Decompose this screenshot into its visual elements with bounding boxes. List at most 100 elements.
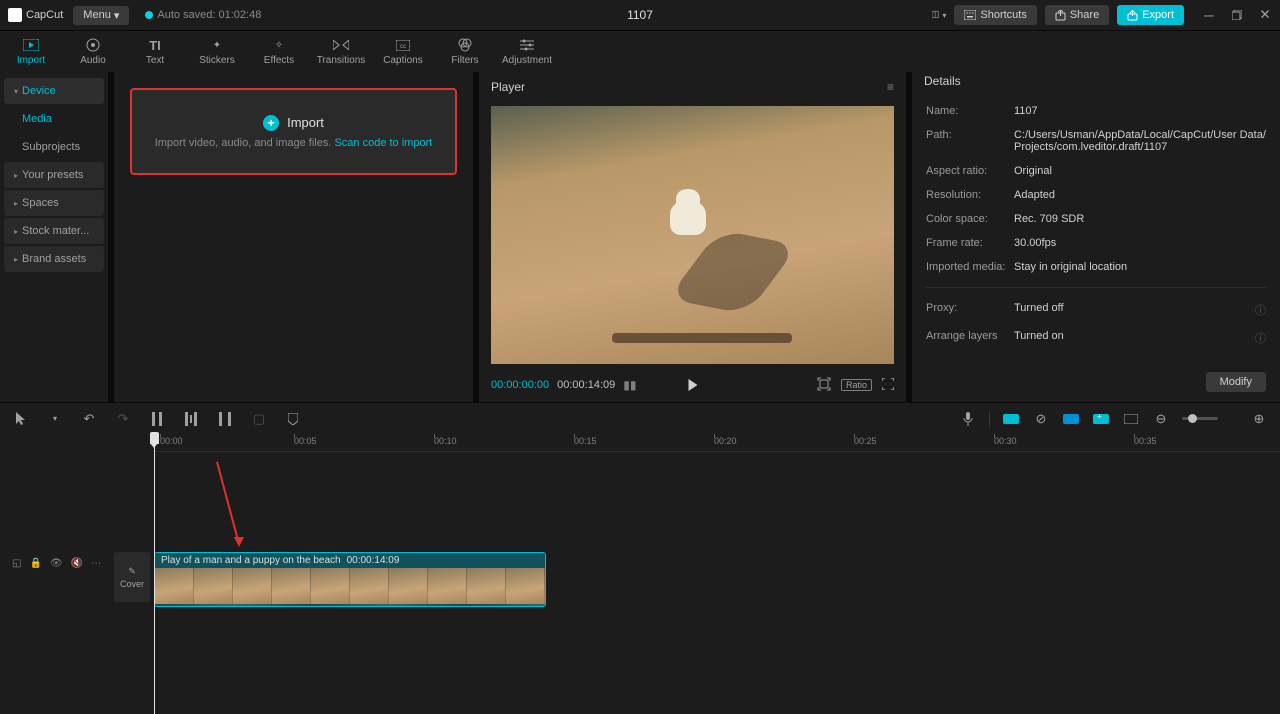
track1-button[interactable] [1062,410,1080,428]
ruler-tick: 00:20 [714,436,737,446]
fullscreen-icon[interactable] [882,378,894,393]
detail-im-label: Imported media: [926,261,1014,273]
ruler-tick: 00:05 [294,436,317,446]
zoom-out-button[interactable]: ⊖ [1152,410,1170,428]
clip-label: Play of a man and a puppy on the beach 0… [155,553,545,568]
ruler-tick: 00:35 [1134,436,1157,446]
time-total: 00:00:14:09 [557,379,615,391]
split-tool[interactable] [148,410,166,428]
more-icon[interactable]: ⋯ [91,558,101,569]
menu-button[interactable]: Menu ▾ [73,6,129,25]
audio-icon [85,37,101,53]
play-button[interactable] [688,379,697,391]
mute-icon[interactable]: 🔇 [71,558,83,569]
track-toggle-icon[interactable]: ◱ [12,558,21,569]
sidebar-item-device[interactable]: ▾Device [4,78,104,104]
lock-icon[interactable]: 🔒 [29,558,41,569]
video-subject-dog [660,183,716,243]
ratio-button[interactable]: Ratio [841,379,872,391]
pointer-dropdown[interactable]: ▾ [46,410,64,428]
undo-button[interactable]: ↶ [80,410,98,428]
detail-fr-value: 30.00fps [1014,237,1266,249]
zoom-slider[interactable] [1182,417,1218,420]
zoom-in-button[interactable]: ⊕ [1250,410,1268,428]
autosave-status: Auto saved: 01:02:48 [145,9,261,21]
snap-button[interactable] [1002,410,1020,428]
track-controls: ◱ 🔒 👁 🔇 ⋯ [0,552,110,575]
ruler-tick: 00:15 [574,436,597,446]
chevron-right-icon: ▸ [14,227,18,236]
info-icon[interactable]: ⓘ [1255,330,1266,346]
sidebar-item-spaces[interactable]: ▸Spaces [4,190,104,216]
scan-code-link[interactable]: Scan code to import [334,137,432,149]
mic-button[interactable] [959,410,977,428]
player-panel: Player ≡ 00:00:00:00 00:00:14:09 ▮▮ Rati… [479,72,906,402]
tab-transitions[interactable]: Transitions [310,31,372,72]
preview-button[interactable] [1122,410,1140,428]
sidebar-item-subprojects[interactable]: Subprojects [4,134,104,160]
export-button[interactable]: Export [1117,5,1184,25]
link-button[interactable]: ⊘ [1032,410,1050,428]
player-menu-icon[interactable]: ≡ [887,80,894,94]
time-current: 00:00:00:00 [491,379,549,391]
svg-text:cc: cc [400,44,406,50]
info-icon[interactable]: ⓘ [1255,302,1266,318]
marker-tool[interactable] [284,410,302,428]
playhead[interactable] [154,434,155,714]
minimize-button[interactable]: ─ [1202,8,1216,22]
clip-thumbnails [155,568,545,604]
pointer-tool[interactable] [12,410,30,428]
tab-adjustment[interactable]: Adjustment [496,31,558,72]
ruler-tick: 00:25 [854,436,877,446]
track2-button[interactable]: + [1092,410,1110,428]
chevron-right-icon: ▸ [14,199,18,208]
ribbon-tabs: Import Audio TI Text ✦ Stickers ✧ Effect… [0,30,1280,72]
maximize-button[interactable] [1230,8,1244,22]
detail-name-value: 1107 [1014,105,1266,117]
player-header: Player ≡ [479,72,906,102]
modify-button[interactable]: Modify [1206,372,1266,392]
sidebar-item-stock[interactable]: ▸Stock mater... [4,218,104,244]
playhead-handle[interactable] [150,432,159,444]
import-subtitle: Import video, audio, and image files. Sc… [155,137,433,149]
details-panel: Details Name:1107 Path:C:/Users/Usman/Ap… [912,72,1280,402]
split-right-tool[interactable] [216,410,234,428]
arrow-annotation [238,459,240,544]
timeline[interactable]: 00:00 00:05 00:10 00:15 00:20 00:25 00:3… [0,434,1280,714]
volume-bars-icon[interactable]: ▮▮ [623,378,636,392]
tab-import[interactable]: Import [0,31,62,72]
tab-audio[interactable]: Audio [62,31,124,72]
tab-captions[interactable]: cc Captions [372,31,434,72]
scale-icon[interactable] [817,377,831,394]
detail-cs-label: Color space: [926,213,1014,225]
tab-filters[interactable]: Filters [434,31,496,72]
import-dropzone[interactable]: + Import Import video, audio, and image … [130,88,457,175]
layout-button[interactable]: ▾ [932,8,946,22]
timeline-ruler[interactable]: 00:00 00:05 00:10 00:15 00:20 00:25 00:3… [154,434,1280,452]
sidebar-item-media[interactable]: Media [4,106,104,132]
share-icon [1055,10,1066,21]
main-area: ▾Device Media Subprojects ▸Your presets … [0,72,1280,402]
project-title: 1107 [627,8,653,22]
video-clip[interactable]: Play of a man and a puppy on the beach 0… [154,552,546,607]
cover-button[interactable]: ✎ Cover [114,552,150,602]
player-viewport[interactable] [491,106,894,364]
sidebar-item-presets[interactable]: ▸Your presets [4,162,104,188]
detail-res-value: Adapted [1014,189,1266,201]
detail-layers-label: Arrange layers [926,330,1014,346]
sidebar-item-brand[interactable]: ▸Brand assets [4,246,104,272]
tab-text[interactable]: TI Text [124,31,186,72]
eye-icon[interactable]: 👁 [50,558,63,569]
player-controls: 00:00:00:00 00:00:14:09 ▮▮ Ratio [479,368,906,402]
shortcuts-button[interactable]: Shortcuts [954,5,1036,25]
tab-stickers[interactable]: ✦ Stickers [186,31,248,72]
tab-effects[interactable]: ✧ Effects [248,31,310,72]
redo-button[interactable]: ↷ [114,410,132,428]
close-button[interactable]: ✕ [1258,8,1272,22]
details-header: Details [912,72,1280,89]
share-button[interactable]: Share [1045,5,1109,25]
detail-fr-label: Frame rate: [926,237,1014,249]
split-left-tool[interactable] [182,410,200,428]
detail-im-value: Stay in original location [1014,261,1266,273]
delete-tool[interactable]: ▢ [250,410,268,428]
